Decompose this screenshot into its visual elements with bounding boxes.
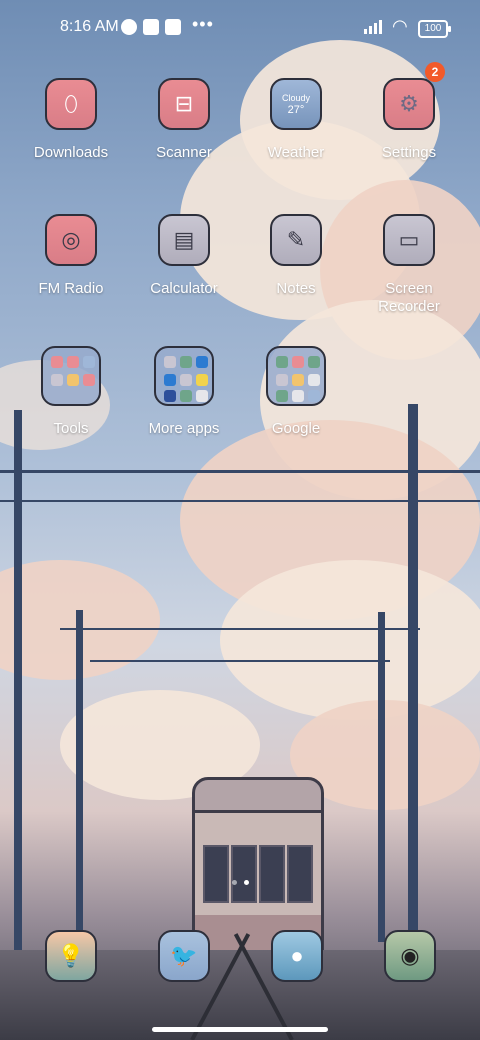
app-screen-recorder[interactable]: ▭ Screen Recorder (359, 214, 459, 316)
app-label: Scanner (156, 144, 212, 161)
folder-label: Google (271, 420, 321, 437)
app-calculator[interactable]: ▤ Calculator (134, 214, 234, 298)
app-label: Downloads (33, 144, 109, 161)
app-settings[interactable]: ⚙ 2 Settings (359, 62, 459, 162)
notification-badge: 2 (425, 62, 445, 82)
folder-label: More apps (148, 420, 220, 437)
app-label: Settings (381, 144, 437, 161)
chat-bubble-icon: ● (290, 943, 304, 968)
app-label: Notes (276, 280, 316, 297)
folder-icon (41, 346, 101, 406)
app-notes[interactable]: ✎ Notes (246, 214, 346, 298)
gear-icon: ⚙ 2 (383, 62, 445, 130)
dock-app-lightbulb[interactable]: 💡 (45, 930, 97, 982)
clock: 8:16 AM (60, 18, 119, 35)
dock-app-chat[interactable]: ● (271, 930, 323, 982)
app-notification-icon (121, 19, 137, 35)
calculator-icon: ▤ (158, 214, 210, 266)
folder-tools[interactable]: Tools (21, 346, 121, 438)
lightbulb-icon: 💡 (57, 943, 85, 968)
app-weather[interactable]: Cloudy 27° Weather (246, 78, 346, 162)
weather-temp: 27° (287, 104, 305, 116)
record-icon: ▭ (383, 214, 435, 266)
scan-icon: ⊟ (158, 78, 210, 130)
folder-icon (154, 346, 214, 406)
app-scanner[interactable]: ⊟ Scanner (134, 78, 234, 162)
wifi-icon: ◠ (392, 16, 408, 36)
upload-notification-icon (165, 19, 181, 35)
square-notification-icon (143, 19, 159, 35)
folder-label: Tools (53, 420, 89, 437)
bird-icon: 🐦 (170, 943, 198, 968)
folder-google[interactable]: Google (246, 346, 346, 438)
camera-icon: ◉ (400, 943, 420, 968)
app-fm-radio[interactable]: ◎ FM Radio (21, 214, 121, 298)
dock-app-camera[interactable]: ◉ (384, 930, 436, 982)
status-bar: 8:16 AM ••• ◠ 100 (0, 0, 480, 56)
folder-icon (266, 346, 326, 406)
folder-more-apps[interactable]: More apps (134, 346, 234, 438)
weather-condition: Cloudy (281, 93, 310, 103)
notes-icon: ✎ (270, 214, 322, 266)
app-downloads[interactable]: ⬯ Downloads (21, 78, 121, 162)
more-notifications-icon: ••• (192, 14, 214, 34)
app-label: Calculator (150, 280, 218, 297)
battery-icon: 100 (418, 20, 451, 38)
signal-icon (364, 20, 386, 34)
download-egg-icon: ⬯ (45, 78, 97, 130)
page-indicator (232, 880, 252, 886)
app-label: Screen Recorder (378, 280, 440, 315)
app-label: Weather (267, 144, 325, 161)
home-indicator[interactable] (152, 1027, 328, 1032)
radio-icon: ◎ (45, 214, 97, 266)
app-label: FM Radio (38, 280, 104, 297)
weather-icon: Cloudy 27° (270, 78, 322, 130)
dock-app-bird[interactable]: 🐦 (158, 930, 210, 982)
